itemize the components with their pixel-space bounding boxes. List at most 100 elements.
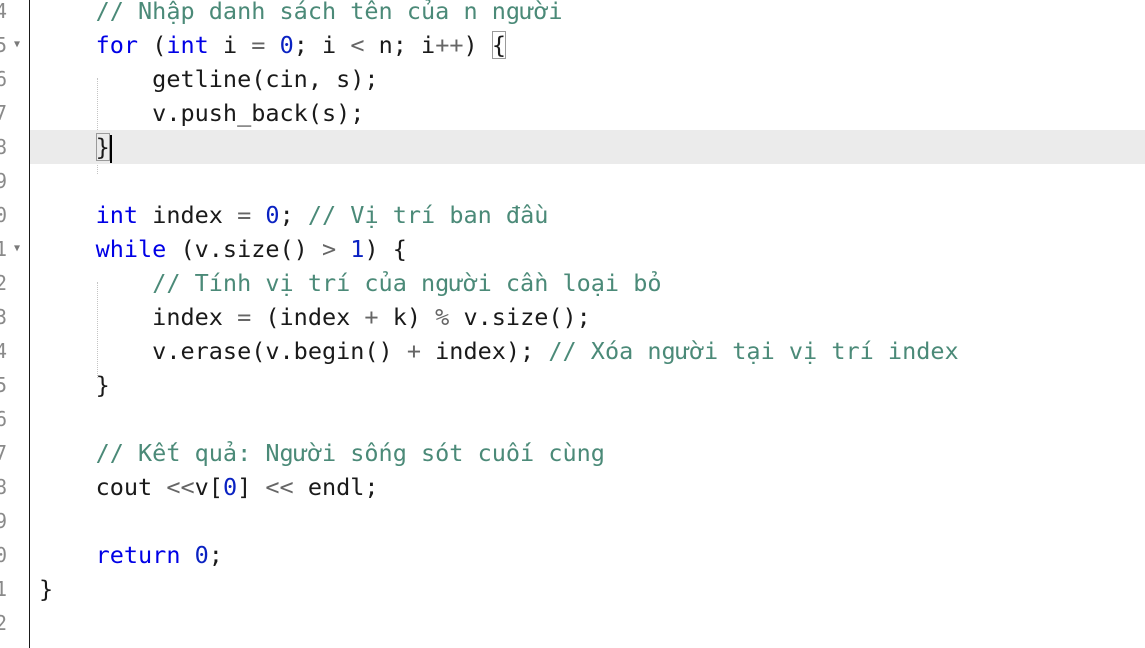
- code-line[interactable]: }: [30, 368, 1145, 402]
- code-token: =: [251, 31, 266, 59]
- comment-token: // Xóa người tại vị trí index: [548, 337, 959, 365]
- code-token: ]: [237, 473, 266, 501]
- text-caret: [109, 134, 112, 163]
- code-token: (index: [251, 303, 365, 331]
- code-token: ;: [279, 201, 308, 229]
- code-token: v.erase(v.begin(): [39, 337, 407, 365]
- code-line[interactable]: int index = 0; // Vị trí ban đầu: [30, 198, 1145, 232]
- line-number-gutter[interactable]: 45▼678901▼23456789012: [0, 0, 30, 648]
- line-number: 7: [0, 96, 7, 130]
- line-number: 1: [0, 572, 7, 606]
- code-token: ; i: [293, 31, 351, 59]
- code-token: v.push_back(s);: [39, 99, 365, 127]
- line-number: 0: [0, 198, 7, 232]
- code-line[interactable]: return 0;: [30, 538, 1145, 572]
- line-number: 4: [0, 0, 7, 28]
- keyword-token: for: [95, 31, 139, 59]
- line-number: 6: [0, 62, 7, 96]
- number-token: 0: [222, 473, 238, 501]
- code-token: }: [39, 575, 54, 603]
- code-line[interactable]: v.erase(v.begin() + index); // Xóa người…: [30, 334, 1145, 368]
- code-token: <<: [265, 473, 294, 501]
- current-code-line[interactable]: }: [30, 130, 1145, 164]
- code-line[interactable]: index = (index + k) % v.size();: [30, 300, 1145, 334]
- fold-toggle-icon[interactable]: ▼: [14, 28, 20, 62]
- code-token: %: [435, 303, 450, 331]
- code-token: ;: [208, 541, 223, 569]
- number-token: 0: [194, 541, 209, 569]
- code-token: i: [208, 31, 252, 59]
- keyword-token: return: [95, 541, 181, 569]
- comment-token: // Vị trí ban đầu: [307, 201, 549, 229]
- line-number: 3: [0, 300, 7, 334]
- code-token: index: [138, 201, 238, 229]
- code-token: k): [378, 303, 436, 331]
- line-number: 9: [0, 504, 7, 538]
- code-token: v.size();: [449, 303, 591, 331]
- comment-token: // Nhập danh sách tên của n người: [95, 0, 563, 25]
- code-token: getline(cin, s);: [39, 65, 379, 93]
- code-token: =: [237, 201, 252, 229]
- line-number: 8: [0, 130, 7, 164]
- code-token: ++: [435, 31, 464, 59]
- fold-toggle-icon[interactable]: ▼: [14, 232, 20, 266]
- code-token: endl;: [293, 473, 379, 501]
- line-number: 4: [0, 334, 7, 368]
- comment-token: // Tính vị trí của người cần loại bỏ: [152, 269, 662, 297]
- code-line[interactable]: // Nhập danh sách tên của n người: [30, 0, 1145, 28]
- code-line[interactable]: [30, 504, 1145, 538]
- comment-token: // Kết quả: Người sống sót cuối cùng: [95, 439, 605, 467]
- number-token: 1: [350, 235, 365, 263]
- code-token: n; i: [364, 31, 436, 59]
- code-line[interactable]: [30, 402, 1145, 436]
- code-token: v[: [194, 473, 223, 501]
- matched-brace: {: [491, 31, 506, 59]
- line-number: 2: [0, 266, 7, 300]
- code-line[interactable]: [30, 606, 1145, 640]
- code-token: (: [138, 31, 167, 59]
- code-token: <: [350, 31, 365, 59]
- code-line[interactable]: // Tính vị trí của người cần loại bỏ: [30, 266, 1145, 300]
- line-number: 0: [0, 538, 7, 572]
- code-line[interactable]: v.push_back(s);: [30, 96, 1145, 130]
- code-area[interactable]: // Nhập danh sách tên của n người for (i…: [30, 0, 1145, 648]
- keyword-token: int: [166, 31, 209, 59]
- matched-brace: }: [95, 133, 110, 161]
- code-editor[interactable]: 45▼678901▼23456789012 // Nhập danh sách …: [0, 0, 1145, 648]
- line-number: 9: [0, 164, 7, 198]
- code-line[interactable]: [30, 164, 1145, 198]
- code-token: <<: [166, 473, 195, 501]
- code-token: (v.size(): [166, 235, 322, 263]
- code-token: index);: [421, 337, 549, 365]
- line-number: 2: [0, 606, 7, 640]
- keyword-token: while: [95, 235, 167, 263]
- code-line[interactable]: }: [30, 572, 1145, 606]
- code-line[interactable]: for (int i = 0; i < n; i++) {: [30, 28, 1145, 62]
- line-number: 8: [0, 470, 7, 504]
- code-token: +: [406, 337, 422, 365]
- code-token: index: [39, 303, 238, 331]
- code-token: cout: [39, 473, 167, 501]
- line-number: 5: [0, 368, 7, 402]
- code-token: }: [39, 371, 110, 399]
- keyword-token: int: [95, 201, 139, 229]
- code-line[interactable]: getline(cin, s);: [30, 62, 1145, 96]
- code-line[interactable]: // Kết quả: Người sống sót cuối cùng: [30, 436, 1145, 470]
- code-token: >: [321, 235, 337, 263]
- line-number: 1: [0, 232, 7, 266]
- code-token: =: [237, 303, 252, 331]
- code-line[interactable]: while (v.size() > 1) {: [30, 232, 1145, 266]
- code-line[interactable]: cout <<v[0] << endl;: [30, 470, 1145, 504]
